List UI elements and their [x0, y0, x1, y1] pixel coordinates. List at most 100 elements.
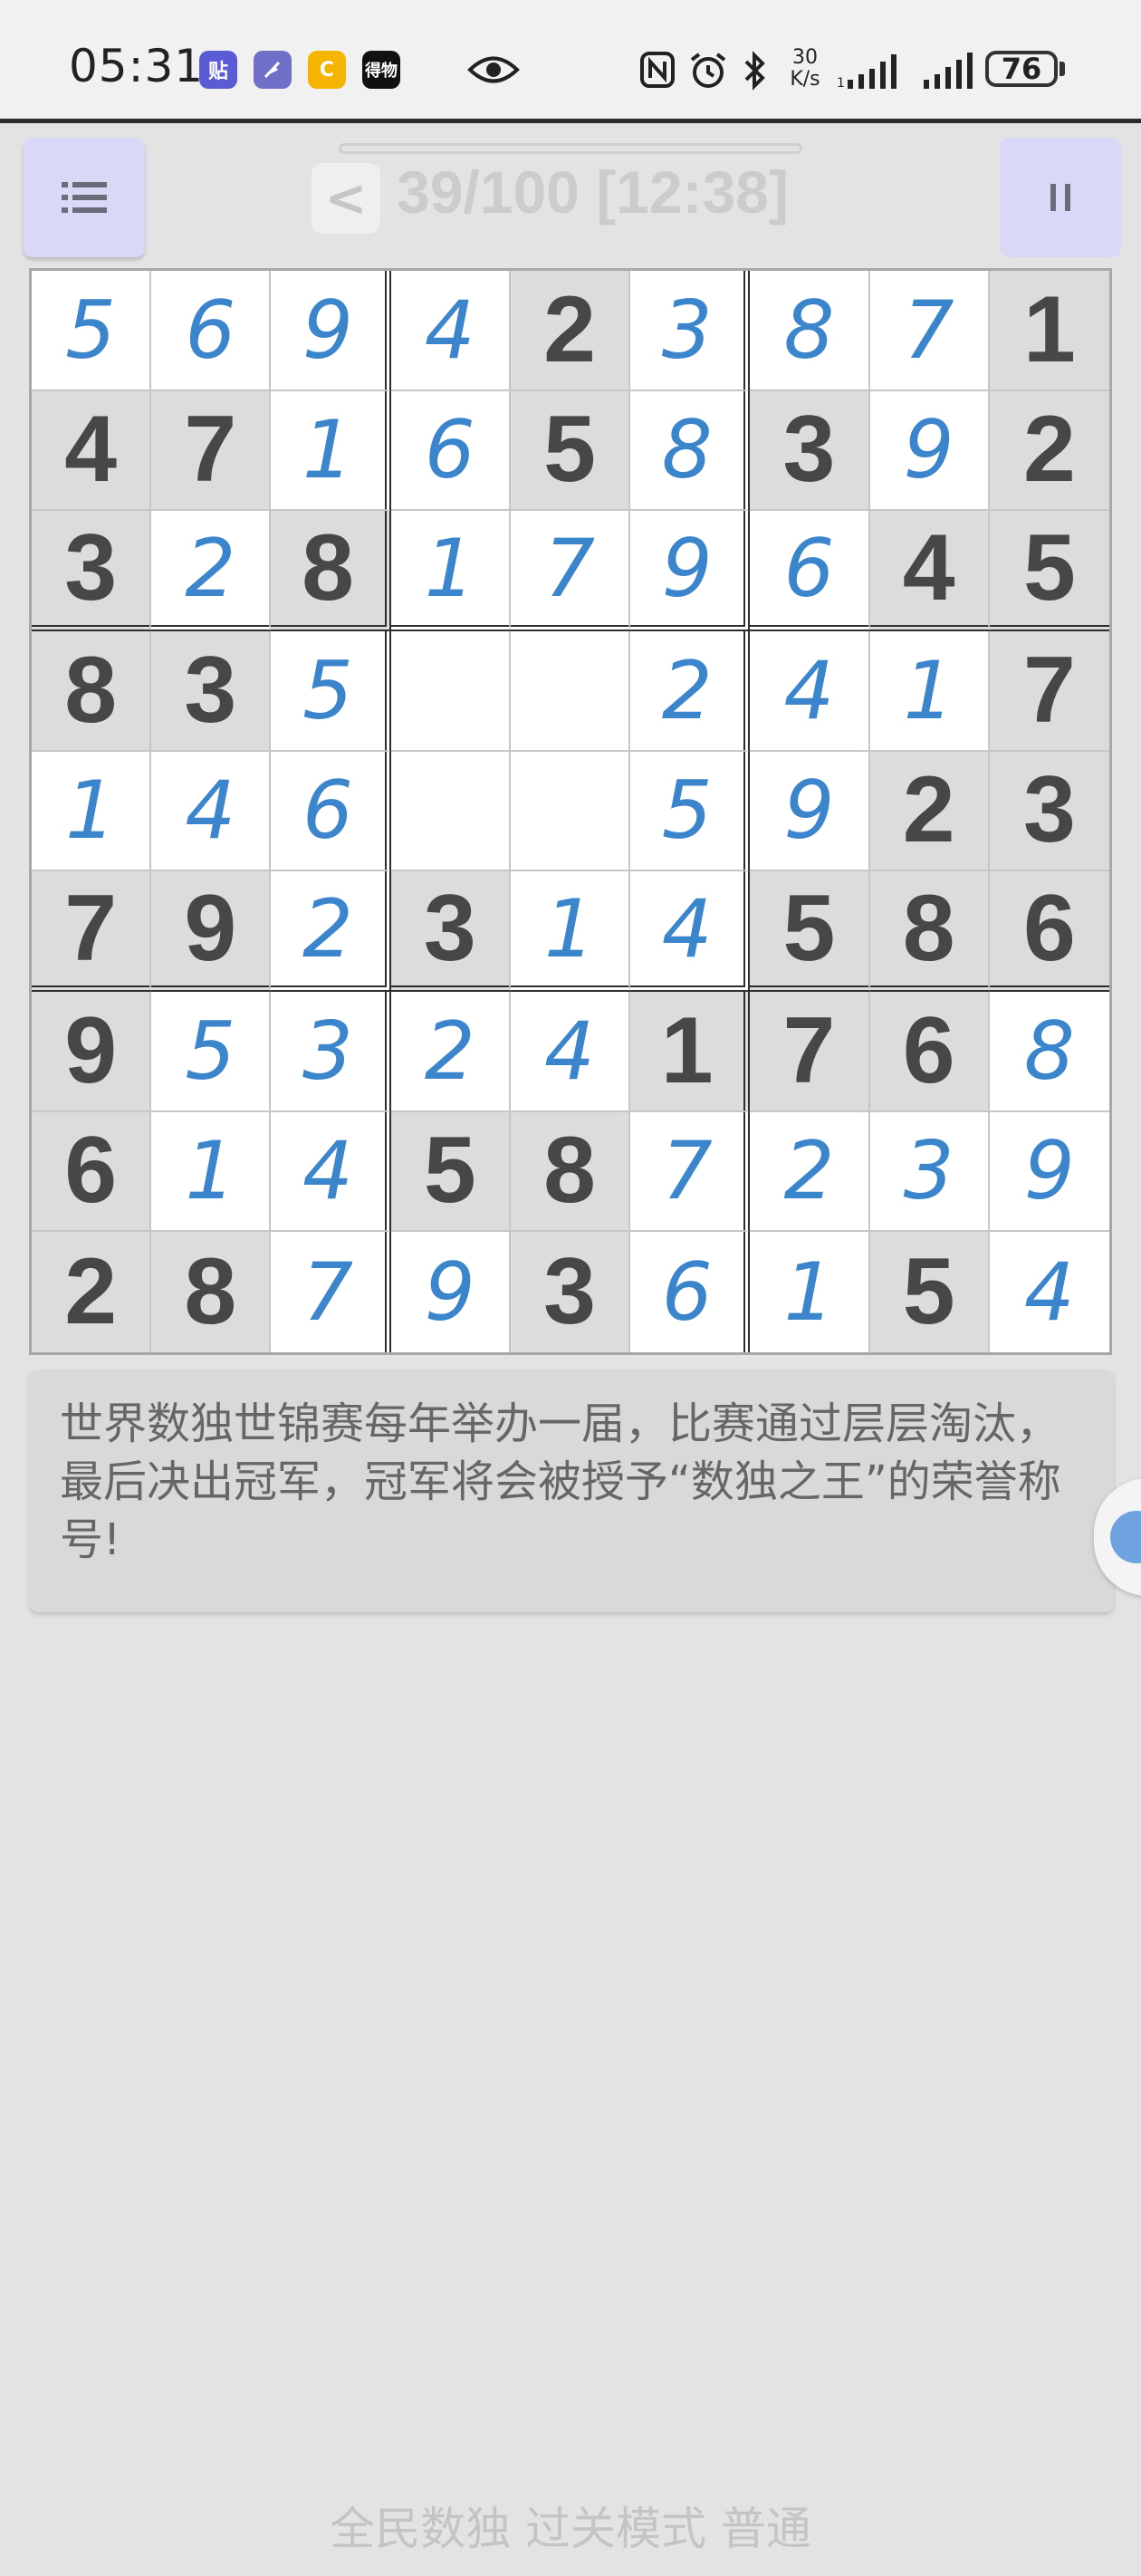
sudoku-cell-r4c1[interactable]: 8: [32, 631, 152, 752]
orange-app-icon: C: [308, 51, 346, 89]
sudoku-cell-r7c9[interactable]: 8: [989, 992, 1109, 1112]
menu-button[interactable]: [24, 138, 145, 257]
sudoku-cell-r1c3[interactable]: 9: [271, 271, 391, 391]
sudoku-cell-r9c8[interactable]: 5: [869, 1232, 990, 1352]
tieba-icon: 贴: [199, 51, 237, 89]
battery-tip: [1060, 62, 1065, 76]
sudoku-cell-r8c2[interactable]: 1: [151, 1111, 272, 1233]
sudoku-cell-r7c4[interactable]: 2: [390, 992, 511, 1112]
sudoku-cell-r7c7[interactable]: 7: [750, 992, 870, 1112]
sudoku-cell-r6c3[interactable]: 2: [271, 871, 391, 992]
sudoku-cell-r7c8[interactable]: 6: [869, 992, 990, 1112]
sudoku-cell-r9c7[interactable]: 1: [750, 1232, 870, 1352]
sudoku-cell-r3c5[interactable]: 7: [510, 511, 631, 631]
sudoku-cell-r1c9[interactable]: 1: [989, 271, 1109, 391]
sudoku-cell-r6c7[interactable]: 5: [750, 871, 870, 992]
pause-icon: [1050, 184, 1070, 211]
sudoku-cell-r4c7[interactable]: 4: [750, 631, 870, 752]
sudoku-cell-r7c6[interactable]: 1: [630, 992, 751, 1112]
sudoku-cell-r9c4[interactable]: 9: [390, 1232, 511, 1352]
pause-button[interactable]: [1000, 138, 1121, 257]
sudoku-cell-r2c2[interactable]: 7: [151, 390, 272, 512]
assistant-ball-icon: [1110, 1511, 1141, 1563]
sudoku-board: 5694238714716583923281796458352417146592…: [29, 268, 1112, 1355]
sudoku-cell-r1c6[interactable]: 3: [630, 271, 751, 391]
sudoku-cell-r6c8[interactable]: 8: [869, 871, 990, 992]
sudoku-cell-r4c3[interactable]: 5: [271, 631, 391, 752]
sudoku-cell-r8c7[interactable]: 2: [750, 1111, 870, 1233]
eye-icon: [467, 56, 520, 83]
sudoku-cell-r5c3[interactable]: 6: [271, 751, 391, 872]
sudoku-cell-r9c3[interactable]: 7: [271, 1232, 391, 1352]
sudoku-cell-r8c4[interactable]: 5: [390, 1111, 511, 1233]
sudoku-cell-r2c4[interactable]: 6: [390, 390, 511, 512]
sudoku-cell-r4c2[interactable]: 3: [151, 631, 272, 752]
sudoku-cell-r3c8[interactable]: 4: [869, 511, 990, 631]
battery-level: 76: [1001, 52, 1042, 86]
sudoku-cell-r4c9[interactable]: 7: [989, 631, 1109, 752]
sudoku-cell-r1c1[interactable]: 5: [32, 271, 152, 391]
sudoku-cell-r4c5[interactable]: [510, 631, 631, 752]
sudoku-cell-r6c2[interactable]: 9: [151, 871, 272, 992]
sudoku-cell-r8c3[interactable]: 4: [271, 1111, 391, 1233]
sudoku-cell-r1c7[interactable]: 8: [750, 271, 870, 391]
sudoku-cell-r2c1[interactable]: 4: [32, 390, 152, 512]
sudoku-cell-r4c6[interactable]: 2: [630, 631, 751, 752]
sudoku-cell-r5c2[interactable]: 4: [151, 751, 272, 872]
sudoku-cell-r3c4[interactable]: 1: [390, 511, 511, 631]
sudoku-cell-r4c4[interactable]: [390, 631, 511, 752]
sudoku-cell-r6c4[interactable]: 3: [390, 871, 511, 992]
alarm-icon: [690, 53, 726, 88]
sudoku-cell-r9c6[interactable]: 6: [630, 1232, 751, 1352]
sudoku-cell-r5c4[interactable]: [390, 751, 511, 872]
sudoku-cell-r5c6[interactable]: 5: [630, 751, 751, 872]
sudoku-cell-r2c6[interactable]: 8: [630, 390, 751, 512]
sudoku-cell-r6c1[interactable]: 7: [32, 871, 152, 992]
sudoku-cell-r5c7[interactable]: 9: [750, 751, 870, 872]
sudoku-cell-r1c4[interactable]: 4: [390, 271, 511, 391]
sudoku-cell-r8c6[interactable]: 7: [630, 1111, 751, 1233]
sudoku-cell-r8c5[interactable]: 8: [510, 1111, 631, 1233]
sudoku-cell-r1c8[interactable]: 7: [869, 271, 990, 391]
dewu-app-icon-label: 得物: [365, 62, 398, 81]
sudoku-cell-r3c2[interactable]: 2: [151, 511, 272, 631]
sudoku-cell-r8c8[interactable]: 3: [869, 1111, 990, 1233]
sudoku-cell-r9c5[interactable]: 3: [510, 1232, 631, 1352]
sudoku-cell-r2c5[interactable]: 5: [510, 390, 631, 512]
sudoku-cell-r6c6[interactable]: 4: [630, 871, 751, 992]
sudoku-cell-r2c9[interactable]: 2: [989, 390, 1109, 512]
sudoku-cell-r5c8[interactable]: 2: [869, 751, 990, 872]
sudoku-cell-r2c3[interactable]: 1: [271, 390, 391, 512]
sudoku-cell-r8c9[interactable]: 9: [989, 1111, 1109, 1233]
top-drag-handle: [339, 143, 802, 154]
sudoku-cell-r3c1[interactable]: 3: [32, 511, 152, 631]
status-time: 05:31: [69, 40, 205, 92]
sudoku-cell-r7c3[interactable]: 3: [271, 992, 391, 1112]
sudoku-cell-r3c6[interactable]: 9: [630, 511, 751, 631]
sudoku-cell-r6c9[interactable]: 6: [989, 871, 1109, 992]
sudoku-cell-r1c2[interactable]: 6: [151, 271, 272, 391]
sudoku-cell-r7c5[interactable]: 4: [510, 992, 631, 1112]
sudoku-cell-r7c2[interactable]: 5: [151, 992, 272, 1112]
sudoku-cell-r3c9[interactable]: 5: [989, 511, 1109, 631]
sudoku-cell-r5c1[interactable]: 1: [32, 751, 152, 872]
sudoku-cell-r1c5[interactable]: 2: [510, 271, 631, 391]
list-icon: [62, 182, 107, 213]
signal-icon-sim1: 1: [837, 54, 896, 91]
sudoku-cell-r3c7[interactable]: 6: [750, 511, 870, 631]
sudoku-cell-r9c1[interactable]: 2: [32, 1232, 152, 1352]
sudoku-cell-r3c3[interactable]: 8: [271, 511, 391, 631]
sudoku-cell-r2c8[interactable]: 9: [869, 390, 990, 512]
sudoku-cell-r9c2[interactable]: 8: [151, 1232, 272, 1352]
sudoku-cell-r8c1[interactable]: 6: [32, 1111, 152, 1233]
sudoku-cell-r7c1[interactable]: 9: [32, 992, 152, 1112]
sudoku-cell-r4c8[interactable]: 1: [869, 631, 990, 752]
sudoku-cell-r5c9[interactable]: 3: [989, 751, 1109, 872]
sudoku-cell-r5c5[interactable]: [510, 751, 631, 872]
sudoku-cell-r9c9[interactable]: 4: [989, 1232, 1109, 1352]
back-button[interactable]: <: [312, 163, 380, 234]
net-speed-unit: K/s: [790, 68, 820, 91]
net-speed-value: 30: [792, 46, 818, 69]
sudoku-cell-r6c5[interactable]: 1: [510, 871, 631, 992]
sudoku-cell-r2c7[interactable]: 3: [750, 390, 870, 512]
